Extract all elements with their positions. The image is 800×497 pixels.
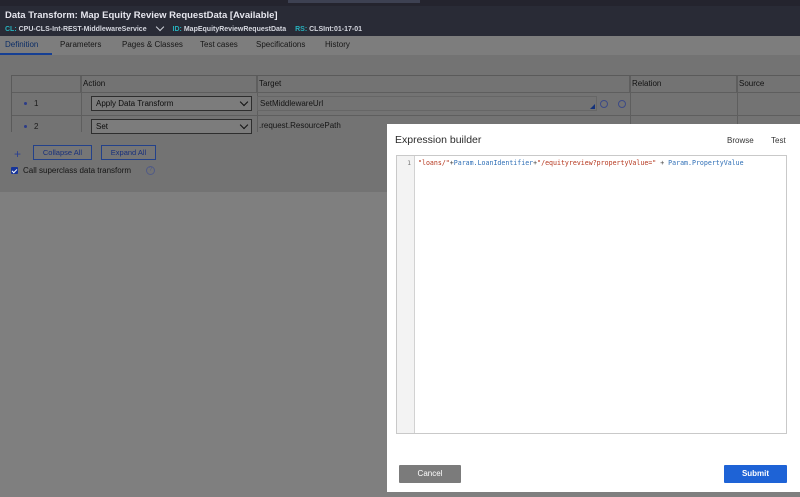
submit-button[interactable]: Submit	[724, 465, 787, 483]
target-field[interactable]: .request.ResourcePath	[257, 119, 341, 134]
ruleset-value: CLSInt:01-17-01	[309, 26, 363, 33]
gear-icon[interactable]	[618, 100, 626, 108]
header-source: Source	[739, 79, 765, 88]
test-link[interactable]: Test	[771, 136, 786, 145]
target-field-value: SetMiddlewareUrl	[260, 99, 324, 108]
expand-all-button[interactable]: Expand All	[101, 145, 156, 160]
code-operator: +	[656, 159, 669, 167]
row-number: 1	[24, 99, 38, 108]
bullet-icon	[24, 102, 27, 106]
header-action: Action	[81, 76, 257, 92]
tab-specifications[interactable]: Specifications	[256, 40, 305, 49]
action-select-value: Set	[96, 122, 109, 131]
target-picker-icon[interactable]	[600, 100, 608, 108]
expression-builder-dialog: Expression builder Browse Test 1 "loans/…	[387, 124, 800, 492]
tab-parameters[interactable]: Parameters	[60, 40, 101, 49]
ruleset-key: RS:	[295, 26, 308, 33]
line-gutter: 1	[397, 156, 415, 433]
tab-history[interactable]: History	[325, 40, 350, 49]
rule-header: Data Transform: Map Equity Review Reques…	[0, 6, 800, 36]
action-select[interactable]: Apply Data Transform	[91, 96, 252, 111]
table-row[interactable]: 1 Apply Data Transform SetMiddlewareUrl	[12, 92, 800, 115]
expression-code[interactable]: "loans/"+Param.LoanIdentifier+"/equityre…	[418, 159, 744, 167]
collapse-all-button[interactable]: Collapse All	[33, 145, 92, 160]
row-number-value: 1	[34, 99, 39, 108]
code-property: Param.PropertyValue	[668, 159, 744, 167]
help-icon[interactable]: ?	[146, 166, 155, 175]
code-property: Param.LoanIdentifier	[453, 159, 534, 167]
target-field-value: .request.ResourcePath	[259, 121, 341, 130]
browse-link[interactable]: Browse	[727, 136, 754, 145]
expression-editor[interactable]: 1 "loans/"+Param.LoanIdentifier+"/equity…	[396, 155, 787, 434]
cancel-button[interactable]: Cancel	[399, 465, 461, 483]
chevron-down-icon	[239, 120, 249, 130]
tab-definition[interactable]: Definition	[5, 40, 38, 49]
page-title: Data Transform: Map Equity Review Reques…	[5, 10, 278, 21]
row-number: 2	[24, 122, 38, 131]
chevron-down-icon	[239, 97, 249, 107]
dialog-title: Expression builder	[395, 134, 482, 146]
corner-marker-icon	[590, 104, 595, 109]
target-field[interactable]: SetMiddlewareUrl	[257, 96, 597, 111]
call-superclass-label: Call superclass data transform	[23, 166, 132, 175]
header-relation: Relation	[630, 76, 737, 92]
call-superclass-checkbox[interactable]	[11, 167, 18, 174]
tab-test-cases[interactable]: Test cases	[200, 40, 238, 49]
action-select[interactable]: Set	[91, 119, 252, 134]
line-number: 1	[407, 159, 411, 167]
tab-pages-classes[interactable]: Pages & Classes	[122, 40, 183, 49]
header-target: Target	[257, 76, 630, 92]
top-strip-segment	[288, 0, 420, 3]
code-string: "/equityreview?propertyValue="	[537, 159, 657, 167]
id-value: MapEquityReviewRequestData	[183, 26, 287, 33]
tab-bar: Definition Parameters Pages & Classes Te…	[0, 36, 800, 55]
id-key: ID:	[172, 26, 182, 33]
code-string: "loans/"	[418, 159, 450, 167]
rule-meta: CL: CPU-CLS-Int-REST-MiddlewareService I…	[5, 22, 369, 33]
bullet-icon	[24, 125, 27, 129]
action-select-value: Apply Data Transform	[96, 99, 174, 108]
class-value[interactable]: CPU-CLS-Int-REST-MiddlewareService	[19, 26, 147, 33]
add-row-icon[interactable]: +	[14, 147, 21, 161]
chevron-down-icon[interactable]	[155, 22, 164, 32]
row-number-value: 2	[34, 122, 39, 131]
header-index	[12, 76, 81, 92]
class-key: CL:	[5, 26, 17, 33]
